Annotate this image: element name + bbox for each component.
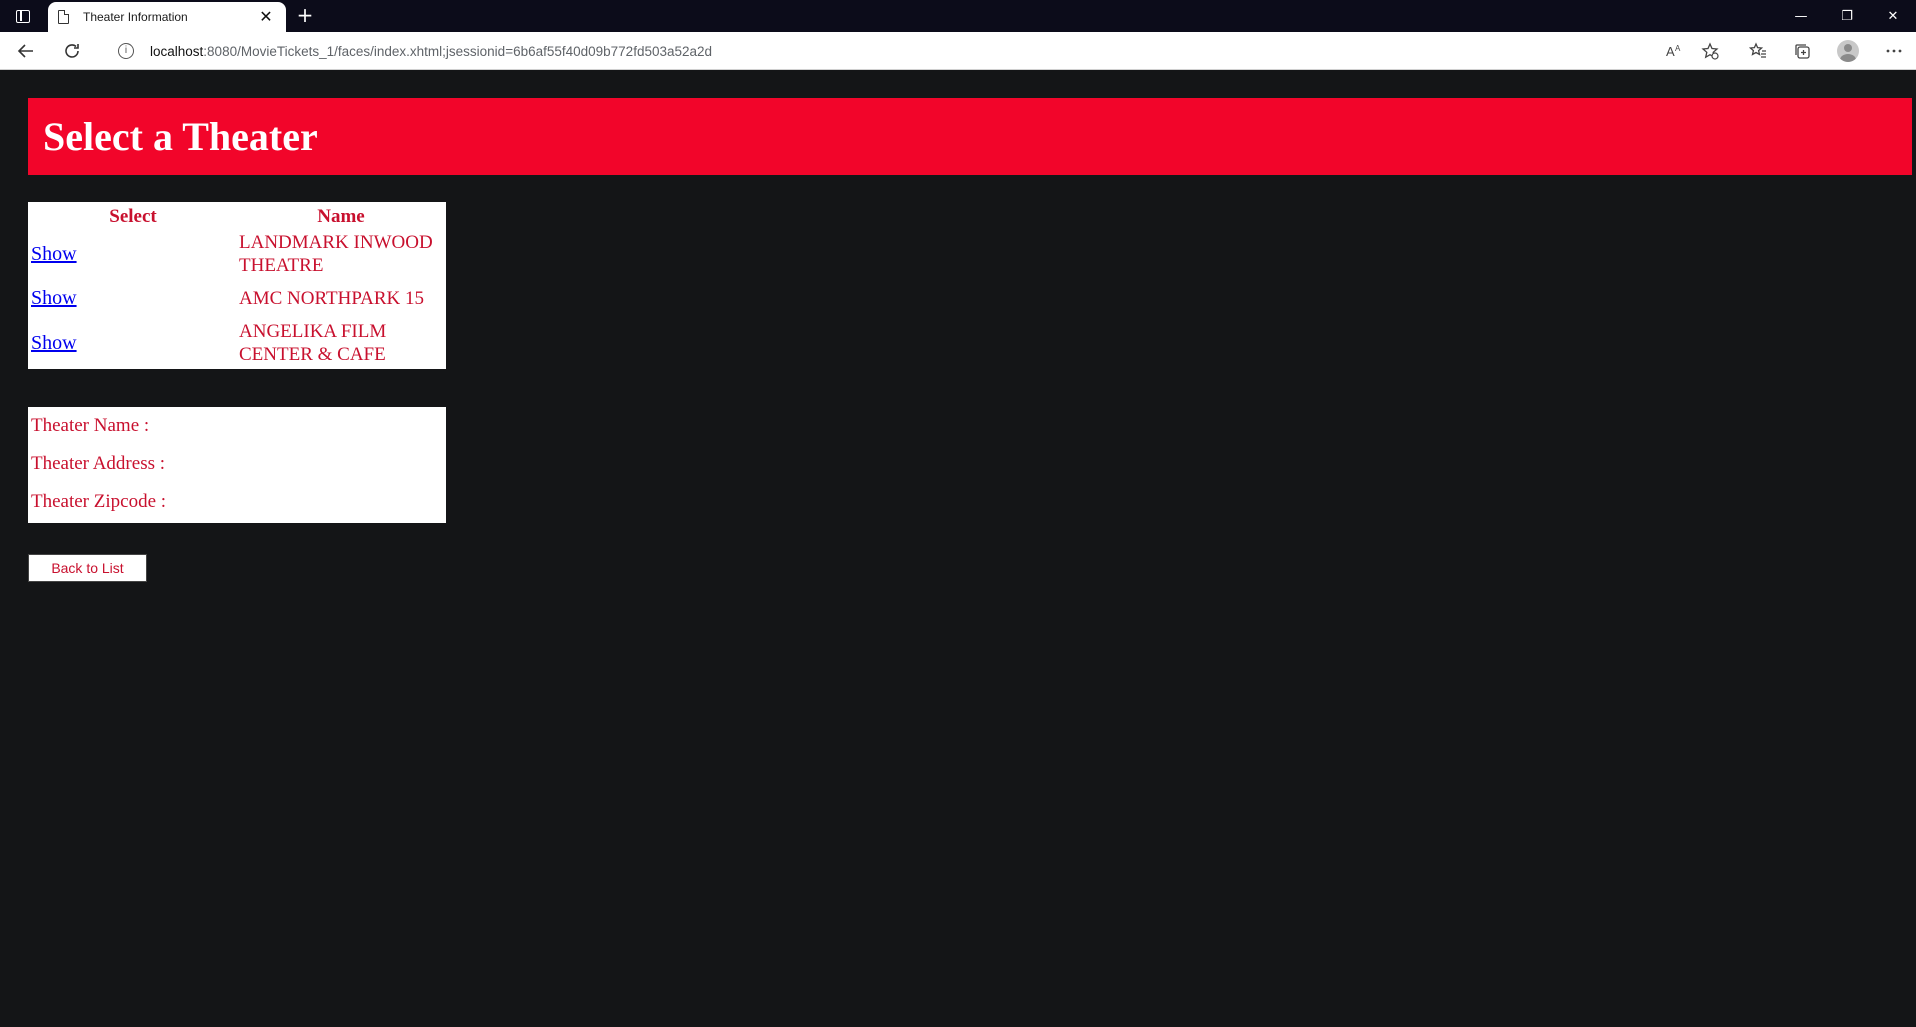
tab-title: Theater Information [83,10,188,24]
show-link[interactable]: Show [31,287,77,309]
theater-name-label: Theater Name : [31,415,150,436]
minimize-button[interactable]: — [1778,0,1824,32]
info-icon[interactable]: i [118,43,134,59]
window-controls: — ❐ ✕ [1778,0,1916,32]
svg-text:A: A [1675,44,1681,53]
svg-text:A: A [1666,44,1675,59]
browser-toolbar: i localhost:8080/MovieTickets_1/faces/in… [0,32,1916,70]
favorites-icon[interactable] [1736,36,1780,66]
theater-name-cell: ANGELIKA FILM CENTER & CAFE [239,321,387,365]
browser-titlebar: Theater Information ✕ + — ❐ ✕ [0,0,1916,32]
address-bar[interactable]: i localhost:8080/MovieTickets_1/faces/in… [100,36,1728,66]
page-icon [58,10,69,24]
table-header-row: Select Name [30,204,444,228]
close-window-button[interactable]: ✕ [1870,0,1916,32]
page-header-banner: Select a Theater [28,98,1912,175]
select-cell: Show [30,230,236,278]
back-to-list-button[interactable]: Back to List [28,554,147,582]
tab-actions-icon[interactable] [8,4,38,28]
show-link[interactable]: Show [31,243,77,265]
theater-name-cell: AMC NORTHPARK 15 [239,288,425,309]
toolbar-right-icons [1736,36,1916,66]
page-title: Select a Theater [43,114,318,159]
refresh-button[interactable] [58,37,86,65]
table-row: Show LANDMARK INWOOD THEATRE [30,230,444,278]
theater-table: Select Name Show LANDMARK INWOOD THEATRE… [28,202,446,369]
theater-zipcode-label: Theater Zipcode : [31,491,167,512]
profile-button[interactable] [1824,36,1872,66]
new-tab-button[interactable]: + [294,4,316,26]
table-row: Show AMC NORTHPARK 15 [30,280,444,317]
back-button[interactable] [12,37,40,65]
refresh-icon [65,44,79,58]
show-link[interactable]: Show [31,332,77,354]
tab-close-icon[interactable]: ✕ [256,9,276,25]
column-header-name: Name [317,206,365,227]
more-icon[interactable] [1872,36,1916,66]
profile-icon [1837,40,1859,62]
collections-icon[interactable] [1780,36,1824,66]
theater-name-cell: LANDMARK INWOOD THEATRE [239,232,433,276]
select-cell: Show [30,319,236,367]
table-row: Show ANGELIKA FILM CENTER & CAFE [30,319,444,367]
column-header-select: Select [109,206,157,227]
url-text[interactable]: localhost:8080/MovieTickets_1/faces/inde… [150,44,712,59]
restore-button[interactable]: ❐ [1824,0,1870,32]
theater-address-label: Theater Address : [31,453,166,474]
browser-tab[interactable]: Theater Information ✕ [48,2,286,32]
add-favorite-icon[interactable] [1692,36,1728,66]
theater-details-panel: Theater Name : Theater Address : Theater… [28,407,446,523]
read-aloud-icon[interactable]: AA [1656,36,1692,66]
back-icon [17,44,33,58]
select-cell: Show [30,280,236,317]
